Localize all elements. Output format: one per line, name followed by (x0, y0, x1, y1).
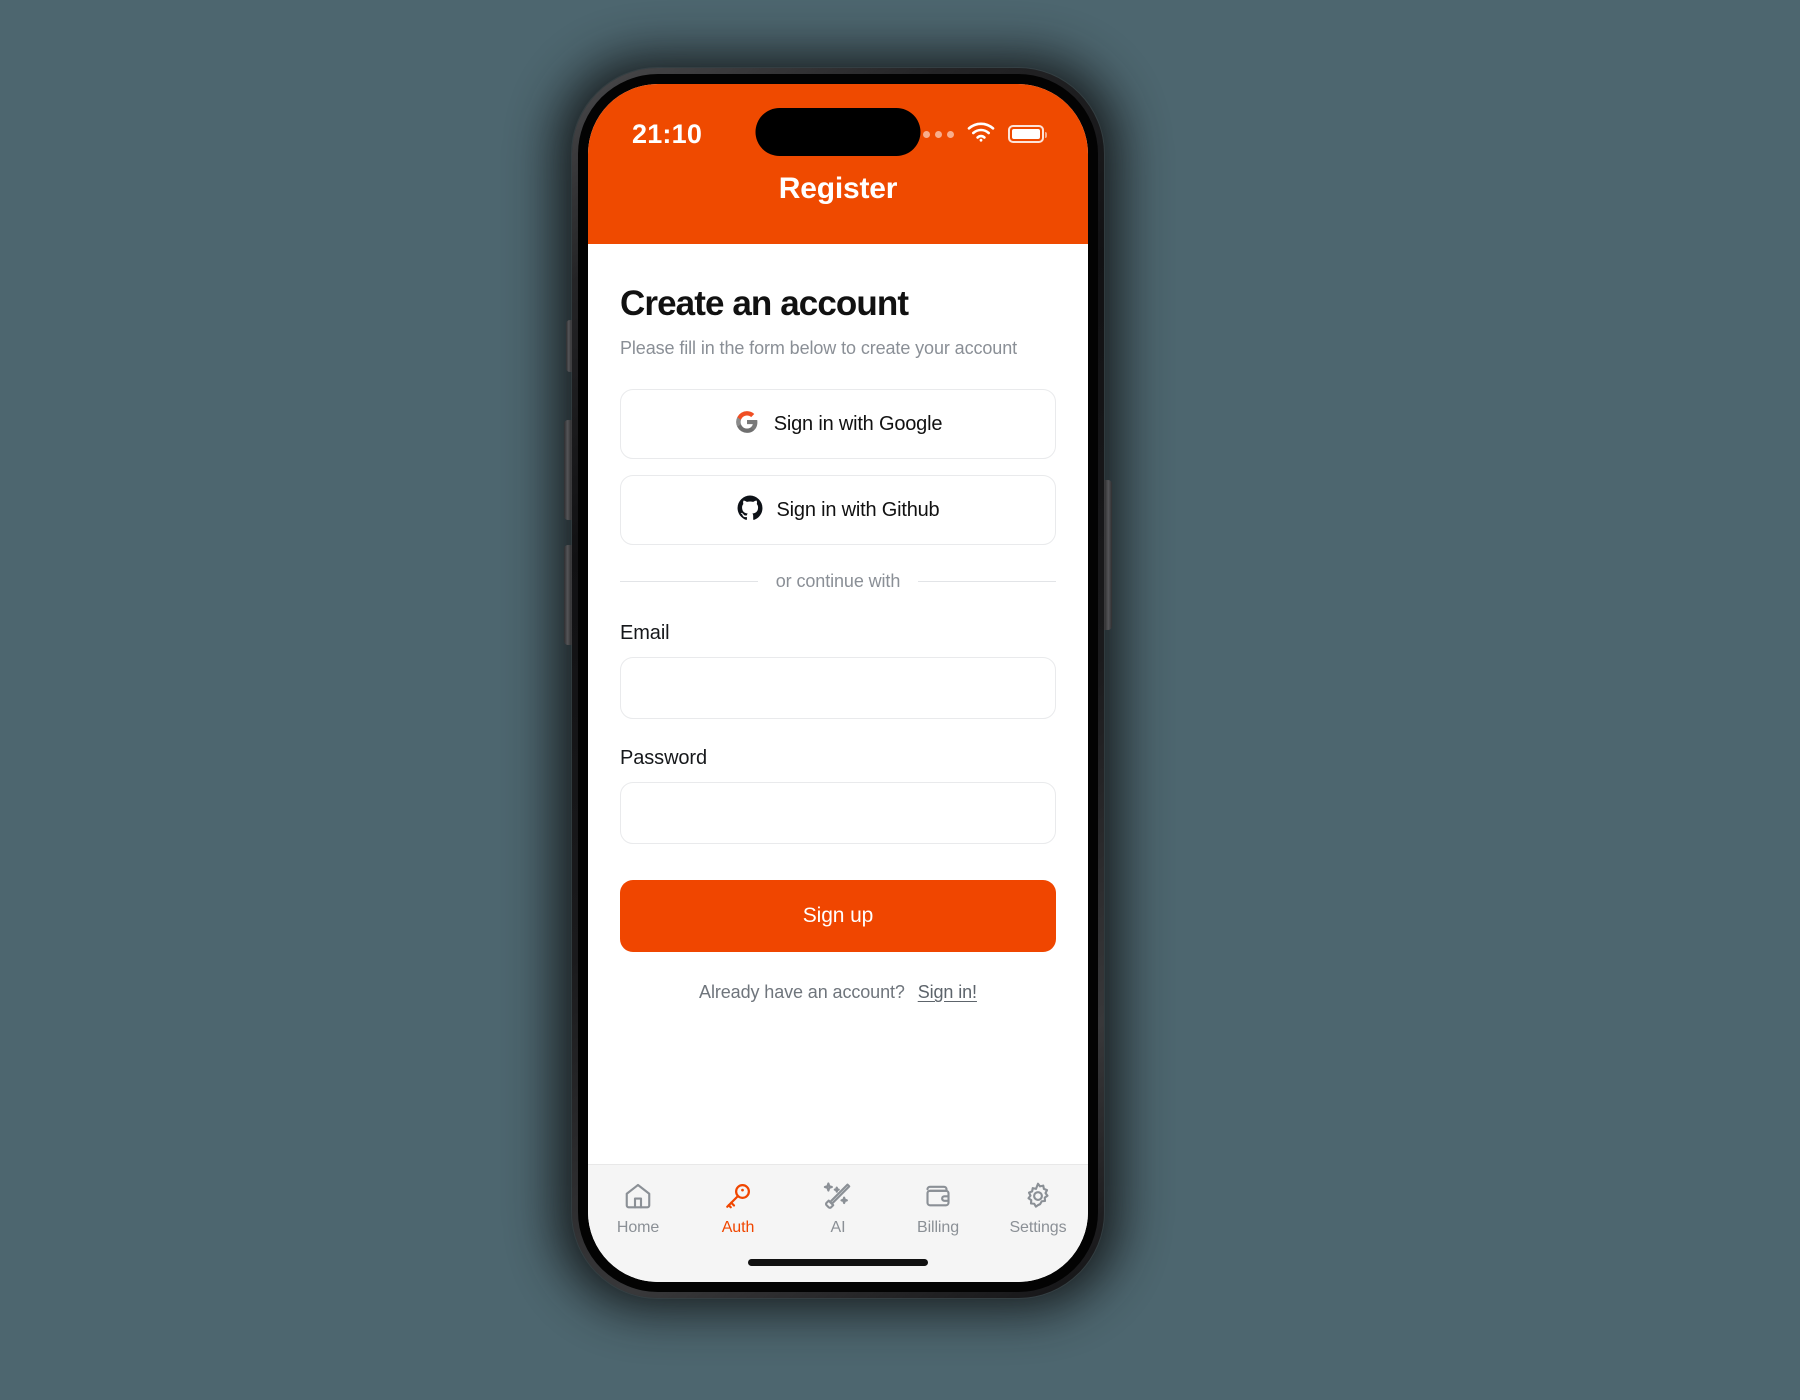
page-title: Register (778, 172, 898, 205)
divider-label: or continue with (775, 571, 901, 591)
power-button[interactable] (1103, 480, 1112, 630)
tab-billing[interactable]: Billing (888, 1181, 988, 1237)
sign-in-prompt: Already have an account? Sign in! (620, 982, 1056, 1003)
key-icon (723, 1181, 753, 1211)
sign-in-with-google-button[interactable]: Sign in with Google (620, 389, 1056, 459)
tab-auth[interactable]: Auth (688, 1181, 788, 1237)
phone-screen: 21:10 Register Create an account Please … (588, 84, 1088, 1282)
password-input[interactable] (620, 782, 1056, 844)
password-label: Password (620, 747, 708, 769)
password-field-group: Password (620, 747, 1056, 844)
tab-home-label: Home (616, 1219, 660, 1236)
dynamic-island (755, 108, 921, 156)
sign-in-with-github-button[interactable]: Sign in with Github (620, 475, 1056, 545)
sign-up-button[interactable]: Sign up (620, 880, 1056, 952)
home-indicator (748, 1259, 928, 1266)
status-bar: 21:10 (588, 84, 1088, 172)
heading: Create an account (620, 284, 909, 323)
battery-full-icon (1008, 125, 1047, 143)
phone-frame: 21:10 Register Create an account Please … (572, 68, 1104, 1298)
tab-settings-label: Settings (1009, 1219, 1067, 1236)
email-input[interactable] (620, 657, 1056, 719)
tab-home[interactable]: Home (588, 1181, 688, 1237)
divider: or continue with (620, 571, 1057, 592)
divider-line-left (620, 581, 758, 582)
gear-icon (1023, 1181, 1053, 1211)
screenshot-stage: 21:10 Register Create an account Please … (0, 0, 1800, 1400)
sign-in-prompt-label: Already have an account? (699, 982, 905, 1002)
email-label: Email (620, 622, 670, 644)
divider-line-right (918, 581, 1057, 582)
wallet-icon (923, 1181, 953, 1211)
sign-in-with-github-label: Sign in with Github (776, 498, 940, 521)
tab-ai[interactable]: AI (788, 1181, 888, 1237)
home-icon (623, 1181, 653, 1211)
magic-wand-icon (823, 1181, 853, 1211)
tab-billing-label: Billing (917, 1219, 959, 1236)
tab-ai-label: AI (830, 1219, 846, 1236)
phone-bezel: 21:10 Register Create an account Please … (578, 74, 1098, 1292)
subheading: Please fill in the form below to create … (620, 338, 1018, 358)
sign-in-link[interactable]: Sign in! (918, 982, 977, 1002)
app-header: Register (588, 172, 1088, 244)
tab-auth-label: Auth (721, 1219, 755, 1236)
status-bar-clock: 21:10 (632, 118, 703, 149)
sign-in-with-google-label: Sign in with Google (773, 412, 943, 435)
status-bar-indicators (911, 121, 1047, 147)
wifi-icon (967, 121, 995, 147)
tab-settings[interactable]: Settings (988, 1181, 1088, 1237)
google-icon (734, 409, 760, 440)
register-form-content: Create an account Please fill in the for… (588, 244, 1088, 1164)
email-field-group: Email (620, 622, 1056, 719)
github-icon (737, 495, 763, 526)
